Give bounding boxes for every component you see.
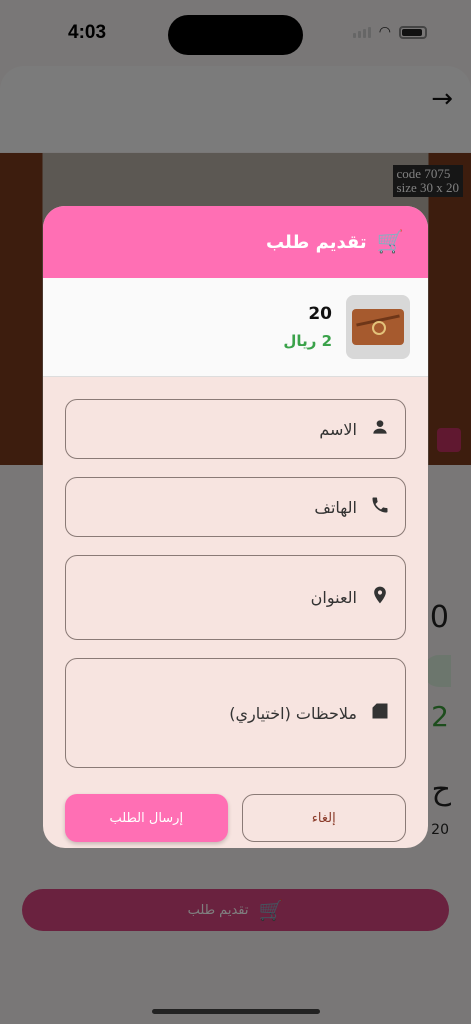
dialog-title: تقديم طلب <box>265 231 367 253</box>
product-thumbnail <box>346 295 410 359</box>
status-bar: 4:03 ◠ <box>0 0 471 60</box>
address-field-label: العنوان <box>310 588 357 607</box>
notes-field[interactable]: ملاحظات (اختياري) <box>65 658 406 768</box>
signal-icon <box>352 26 371 38</box>
notes-field-label: ملاحظات (اختياري) <box>229 703 357 723</box>
cancel-button[interactable]: إلغاء <box>241 794 406 842</box>
phone-field-label: الهاتف <box>314 497 357 517</box>
name-field-label: الاسم <box>319 419 357 439</box>
product-summary: 20 2 ريال <box>43 278 428 377</box>
phone-icon <box>369 495 391 520</box>
cart-icon: 🛒 <box>376 229 404 255</box>
submit-order-button[interactable]: إرسال الطلب <box>65 794 228 842</box>
home-indicator <box>152 1009 320 1014</box>
notes-icon <box>369 701 391 726</box>
product-quantity: 20 <box>308 304 332 324</box>
name-field[interactable]: الاسم <box>65 399 406 459</box>
person-icon <box>369 417 391 442</box>
phone-field[interactable]: الهاتف <box>65 477 406 537</box>
status-icons: ◠ <box>352 24 427 40</box>
location-pin-icon <box>369 584 391 611</box>
dynamic-island <box>168 15 303 55</box>
battery-icon <box>399 25 427 39</box>
product-price: 2 ريال <box>283 332 332 350</box>
dialog-header: 🛒 تقديم طلب <box>43 206 428 278</box>
wifi-icon: ◠ <box>378 24 391 40</box>
address-field[interactable]: العنوان <box>65 555 406 640</box>
order-dialog: 🛒 تقديم طلب 20 2 ريال الاسم الهاتف العنو… <box>43 206 428 848</box>
product-info: 20 2 ريال <box>283 304 332 350</box>
dialog-actions: إلغاء إرسال الطلب <box>43 786 428 842</box>
status-time: 4:03 <box>68 22 107 43</box>
order-form: الاسم الهاتف العنوان ملاحظات (اختياري) <box>43 377 428 768</box>
